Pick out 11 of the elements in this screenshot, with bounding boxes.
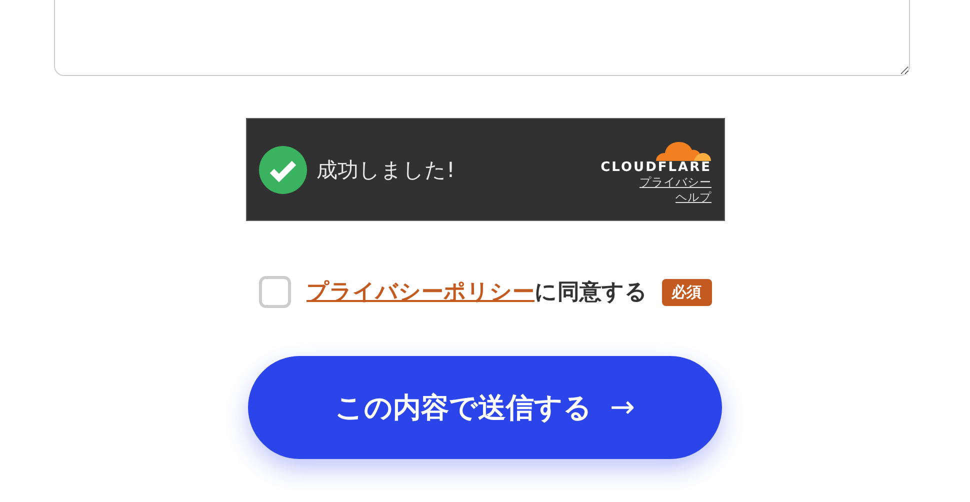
footer-link[interactable]: プライバシー xyxy=(640,175,712,190)
required-badge: 必須 xyxy=(662,278,712,306)
checkbox[interactable] xyxy=(258,276,290,308)
consent-label: に同意する xyxy=(534,279,648,307)
submit-button[interactable]: この内容で送信する → xyxy=(248,356,722,459)
brand-logo-text: CLOUDFLARE xyxy=(600,160,712,175)
arrow-icon: → xyxy=(610,390,636,425)
privacy-policy-link[interactable]: プライバシーポリシー xyxy=(306,277,534,307)
status-text: 成功しました! xyxy=(316,156,456,184)
message-field[interactable] xyxy=(54,0,910,76)
footer-link[interactable]: ヘルプ xyxy=(676,190,712,205)
